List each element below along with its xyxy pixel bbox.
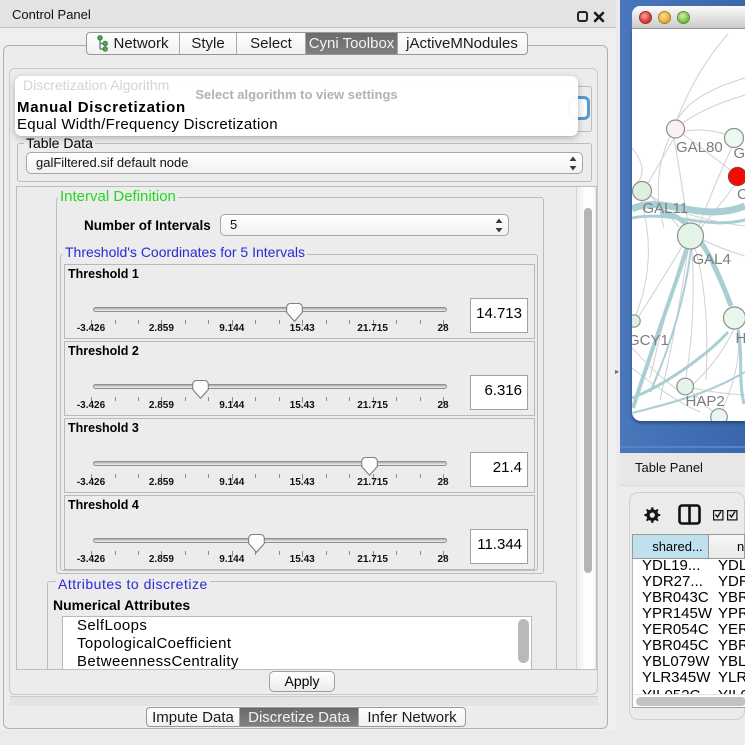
svg-text:GAL11: GAL11 [643, 200, 689, 217]
svg-text:H: H [736, 330, 745, 347]
svg-text:HAP2: HAP2 [686, 393, 725, 410]
svg-text:C: C [737, 186, 745, 203]
svg-text:GAL80: GAL80 [676, 139, 723, 156]
svg-text:GCY1: GCY1 [632, 332, 669, 349]
svg-text:G.: G. [734, 145, 745, 162]
svg-text:GAL4: GAL4 [693, 251, 731, 268]
